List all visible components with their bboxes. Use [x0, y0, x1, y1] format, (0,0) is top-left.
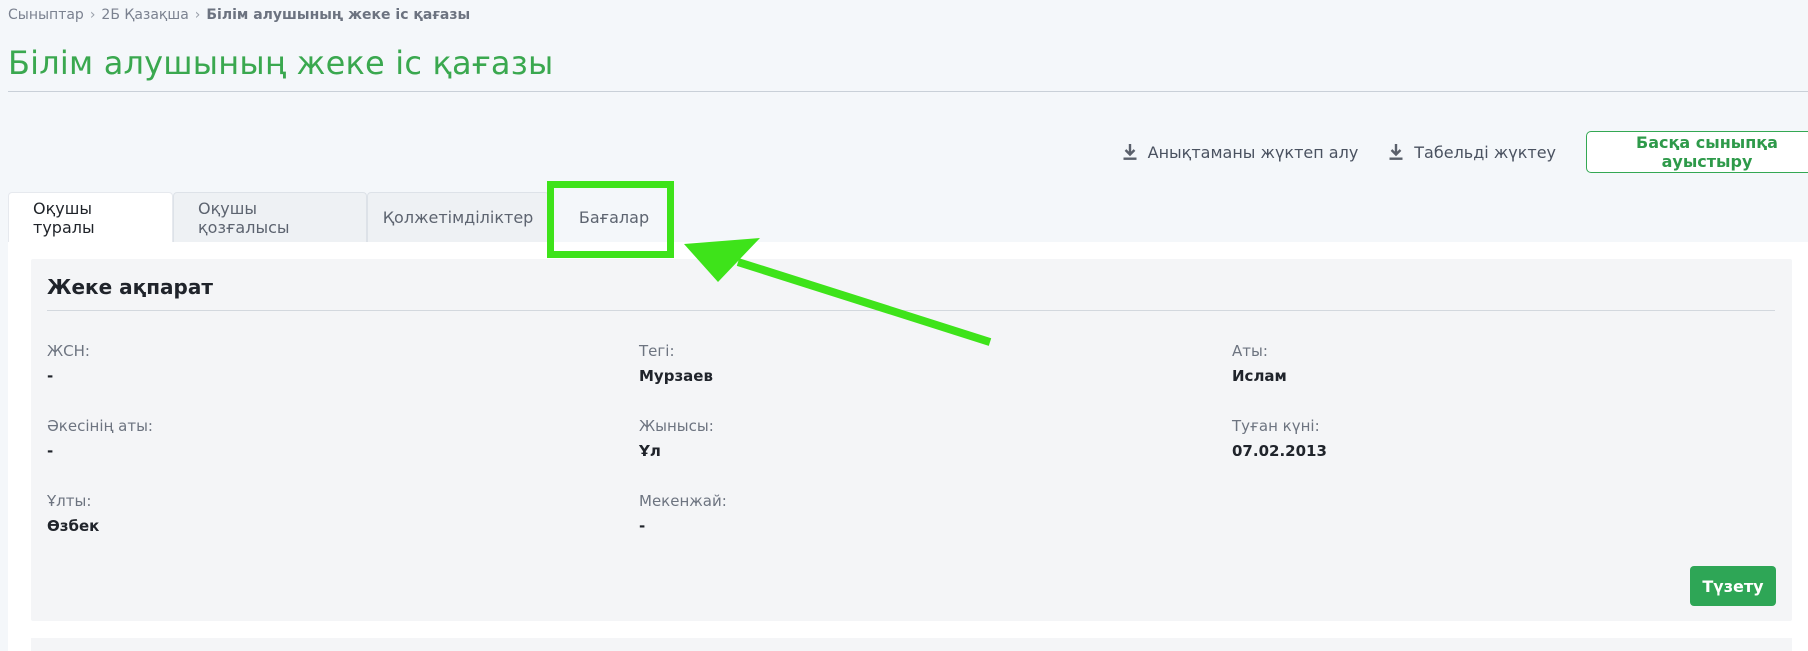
title-divider — [8, 91, 1808, 92]
toolbar: Анықтаманы жүктеп алу Табельді жүктеу Ба… — [1122, 131, 1808, 173]
tab-panel: Жеке ақпарат ЖСН: - Тегі: Мурзаев Аты: И… — [8, 242, 1808, 651]
field-label: Жынысы: — [639, 417, 714, 435]
field-label: Мекенжай: — [639, 492, 727, 510]
field-value: Ислам — [1232, 367, 1287, 385]
tab-about-student[interactable]: Оқушы туралы — [8, 192, 173, 242]
breadcrumb-class[interactable]: 2Б Қазақша — [101, 7, 188, 23]
field-label: Тегі: — [639, 342, 675, 360]
field-value: Ұл — [639, 442, 661, 460]
tab-access[interactable]: Қолжетімділіктер — [367, 192, 549, 242]
field-value: - — [639, 517, 646, 535]
field-value: 07.02.2013 — [1232, 442, 1327, 460]
page-title: Білім алушының жеке іс қағазы — [8, 44, 554, 82]
edit-button[interactable]: Түзету — [1690, 566, 1776, 606]
transfer-class-button[interactable]: Басқа сыныпқа ауыстыру — [1586, 131, 1808, 173]
field-iin: ЖСН: - — [47, 342, 447, 385]
breadcrumb-classes[interactable]: Сыныптар — [8, 7, 84, 23]
field-label: Ұлты: — [47, 492, 92, 510]
field-value: - — [47, 442, 54, 460]
field-label: Туған күні: — [1232, 417, 1320, 435]
field-address: Мекенжай: - — [639, 492, 1039, 535]
card-divider — [47, 310, 1775, 311]
field-gender: Жынысы: Ұл — [639, 417, 1039, 460]
personal-info-card: Жеке ақпарат ЖСН: - Тегі: Мурзаев Аты: И… — [31, 259, 1792, 621]
breadcrumb: Сыныптар › 2Б Қазақша › Білім алушының ж… — [8, 7, 470, 23]
breadcrumb-current: Білім алушының жеке іс қағазы — [206, 7, 471, 23]
field-label: ЖСН: — [47, 342, 90, 360]
field-surname: Тегі: Мурзаев — [639, 342, 1039, 385]
field-value: Мурзаев — [639, 367, 713, 385]
download-icon — [1389, 144, 1403, 160]
download-icon — [1123, 144, 1137, 160]
chevron-right-icon: › — [194, 7, 201, 23]
next-card — [31, 638, 1792, 651]
download-timesheet-link[interactable]: Табельді жүктеу — [1388, 143, 1556, 162]
annotation-highlight-box — [547, 181, 674, 258]
field-nationality: Ұлты: Өзбек — [47, 492, 447, 535]
card-title: Жеке ақпарат — [47, 275, 213, 299]
chevron-right-icon: › — [89, 7, 96, 23]
field-label: Әкесінің аты: — [47, 417, 153, 435]
field-value: - — [47, 367, 54, 385]
download-timesheet-label: Табельді жүктеу — [1414, 142, 1556, 162]
field-patronymic: Әкесінің аты: - — [47, 417, 447, 460]
field-birth-date: Туған күні: 07.02.2013 — [1232, 417, 1632, 460]
tab-student-movement[interactable]: Оқушы қозғалысы — [173, 192, 367, 242]
field-value: Өзбек — [47, 517, 100, 535]
download-certificate-link[interactable]: Анықтаманы жүктеп алу — [1122, 142, 1359, 162]
field-label: Аты: — [1232, 342, 1268, 360]
field-name: Аты: Ислам — [1232, 342, 1632, 385]
download-certificate-label: Анықтаманы жүктеп алу — [1147, 142, 1359, 162]
